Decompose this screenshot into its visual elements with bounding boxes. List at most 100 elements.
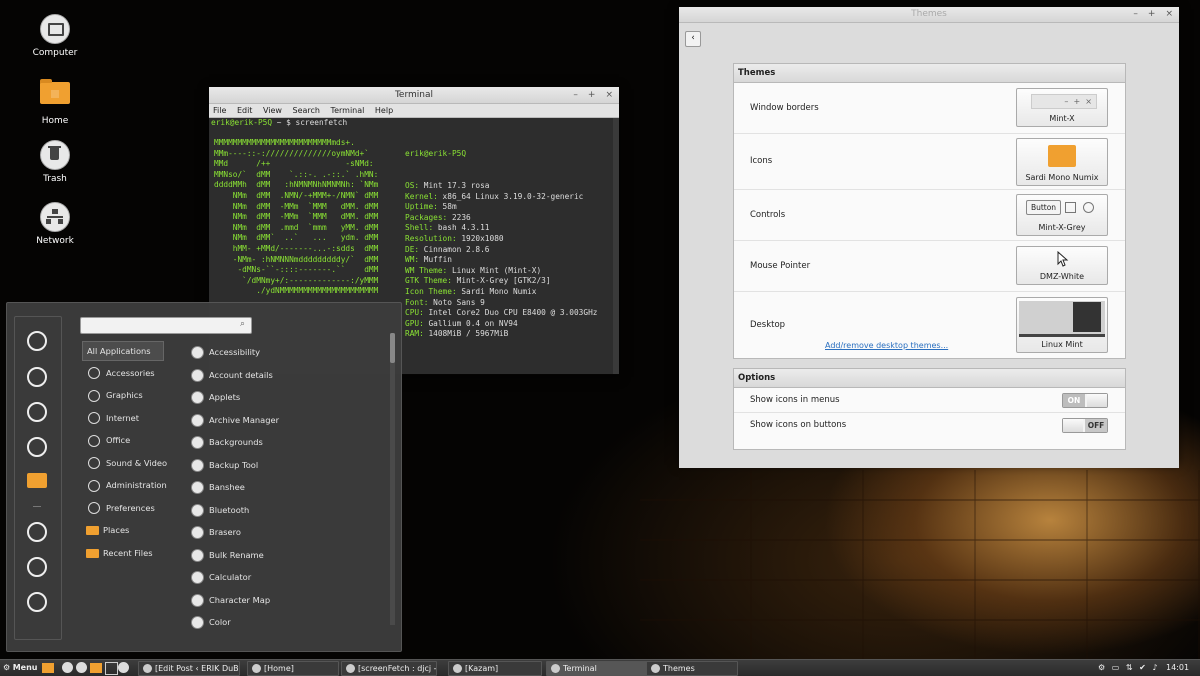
app-item[interactable]: Archive Manager: [191, 411, 279, 429]
row-mouse-pointer: Mouse Pointer DMZ-White: [734, 241, 1125, 292]
app-label: Banshee: [209, 482, 245, 492]
minimize-icon[interactable]: –: [573, 90, 578, 100]
app-item[interactable]: Color: [191, 613, 231, 631]
app-item[interactable]: Bluetooth: [191, 501, 249, 519]
info-line: OS: Mint 17.3 rosa: [405, 180, 490, 190]
desktop-icon-network[interactable]: Network: [15, 202, 95, 246]
kazam-launcher-icon[interactable]: [118, 662, 129, 673]
row-label: Show icons in menus: [750, 395, 840, 405]
category-graphics[interactable]: Graphics: [82, 386, 143, 404]
terminal-titlebar[interactable]: Terminal – + ×: [209, 87, 619, 104]
category-sound-video[interactable]: Sound & Video: [82, 454, 167, 472]
desktop-icon-trash[interactable]: Trash: [15, 140, 95, 184]
theme-name: Sardi Mono Numix: [1025, 173, 1099, 182]
row-label: Controls: [750, 210, 786, 220]
app-item[interactable]: Applets: [191, 388, 240, 406]
add-remove-desktop-themes-link[interactable]: Add/remove desktop themes...: [825, 341, 948, 350]
maximize-icon[interactable]: +: [1148, 9, 1156, 19]
category-office[interactable]: Office: [82, 431, 130, 449]
category-internet[interactable]: Internet: [82, 409, 139, 427]
desktop-theme-button[interactable]: Linux Mint: [1016, 297, 1108, 353]
menu-file[interactable]: File: [213, 106, 226, 115]
menu-help[interactable]: Help: [375, 106, 393, 115]
controls-theme-button[interactable]: Button Mint-X-Grey: [1016, 194, 1108, 236]
app-launcher-icon[interactable]: [76, 662, 87, 673]
power-icon[interactable]: [27, 592, 47, 612]
app-item[interactable]: Calculator: [191, 568, 251, 586]
taskbar-window-button[interactable]: [Kazam]: [448, 661, 542, 676]
category-administration[interactable]: Administration: [82, 476, 167, 494]
lock-icon[interactable]: [27, 522, 47, 542]
app-item[interactable]: Backup Tool: [191, 456, 258, 474]
window-borders-button[interactable]: – + × Mint-X: [1016, 88, 1108, 127]
firefox-launcher-icon[interactable]: [62, 662, 73, 673]
network-tray-icon[interactable]: ⇅: [1126, 663, 1133, 672]
mouse-pointer-button[interactable]: DMZ-White: [1016, 246, 1108, 285]
volume-icon[interactable]: ♪: [1152, 663, 1157, 672]
window-label: Terminal: [563, 664, 597, 673]
taskbar-window-button[interactable]: Themes: [646, 661, 738, 676]
window-label: [Kazam]: [465, 664, 499, 673]
tools-icon[interactable]: [27, 402, 47, 422]
info-line: WM: Muffin: [405, 255, 452, 265]
menu-scrollbar[interactable]: [390, 333, 395, 625]
terminal-scrollbar[interactable]: [613, 118, 619, 374]
radio-icon: [1083, 202, 1094, 213]
taskbar-window-button[interactable]: [screenFetch : djcj - ...: [341, 661, 437, 676]
app-item[interactable]: Character Map: [191, 591, 270, 609]
wallpaper-floor: [640, 470, 1200, 659]
back-button[interactable]: ‹: [685, 31, 701, 47]
themes-titlebar[interactable]: Themes – + ×: [679, 7, 1179, 23]
category-icon: [88, 434, 100, 447]
settings-icon[interactable]: ⚙: [1098, 663, 1105, 672]
app-label: Character Map: [209, 594, 271, 605]
taskbar-window-button[interactable]: Terminal: [546, 661, 648, 676]
show-icons-menus-toggle[interactable]: ON: [1062, 393, 1108, 408]
category-all-applications[interactable]: All Applications: [82, 341, 164, 361]
money-icon[interactable]: [27, 437, 47, 457]
toggle-state: OFF: [1085, 419, 1107, 432]
app-item[interactable]: Brasero: [191, 523, 241, 541]
terminal-launcher-icon[interactable]: [105, 662, 118, 675]
category-accessories[interactable]: Accessories: [82, 364, 155, 382]
menu-button[interactable]: ⚙ Menu: [3, 660, 38, 676]
category-icon: [86, 526, 99, 535]
icons-theme-button[interactable]: Sardi Mono Numix: [1016, 138, 1108, 186]
maximize-icon[interactable]: +: [588, 90, 596, 100]
menu-search-input[interactable]: ⌕: [80, 317, 252, 334]
category-preferences[interactable]: Preferences: [82, 499, 155, 517]
shield-icon[interactable]: ✔: [1139, 663, 1146, 672]
firefox-icon[interactable]: [27, 331, 47, 351]
logout-icon[interactable]: [27, 557, 47, 577]
app-item[interactable]: Bulk Rename: [191, 546, 264, 564]
menu-terminal[interactable]: Terminal: [331, 106, 365, 115]
window-buttons-preview-icon: – + ×: [1031, 94, 1097, 109]
app-item[interactable]: Backgrounds: [191, 433, 263, 451]
folder-launcher-icon[interactable]: [42, 663, 54, 673]
menu-edit[interactable]: Edit: [237, 106, 253, 115]
taskbar-window-button[interactable]: [Home]: [247, 661, 339, 676]
category-places[interactable]: Places: [82, 521, 129, 539]
display-icon[interactable]: ▭: [1112, 663, 1120, 672]
close-icon[interactable]: ×: [1165, 9, 1173, 19]
show-icons-buttons-toggle[interactable]: OFF: [1062, 418, 1108, 433]
info-line: Packages: 2236: [405, 212, 471, 222]
desktop-icon-home[interactable]: Home: [15, 78, 95, 126]
category-recent-files[interactable]: Recent Files: [82, 544, 153, 562]
app-item[interactable]: Accessibility: [191, 343, 260, 361]
folder-icon[interactable]: [27, 473, 47, 488]
minimize-icon[interactable]: –: [1133, 9, 1138, 19]
download-icon[interactable]: [27, 367, 47, 387]
files-launcher-icon[interactable]: [90, 663, 102, 673]
app-item[interactable]: Banshee: [191, 478, 245, 496]
row-show-icons-buttons: Show icons on buttons OFF: [734, 413, 1125, 437]
info-line: WM Theme: Linux Mint (Mint-X): [405, 265, 542, 275]
menu-search[interactable]: Search: [293, 106, 320, 115]
window-icon: [143, 664, 152, 673]
menu-view[interactable]: View: [263, 106, 282, 115]
desktop-icon-computer[interactable]: Computer: [15, 14, 95, 58]
clock[interactable]: 14:01: [1166, 663, 1189, 672]
close-icon[interactable]: ×: [605, 90, 613, 100]
taskbar-window-button[interactable]: [Edit Post ‹ ERIK DuB...: [138, 661, 240, 676]
app-item[interactable]: Account details: [191, 366, 273, 384]
